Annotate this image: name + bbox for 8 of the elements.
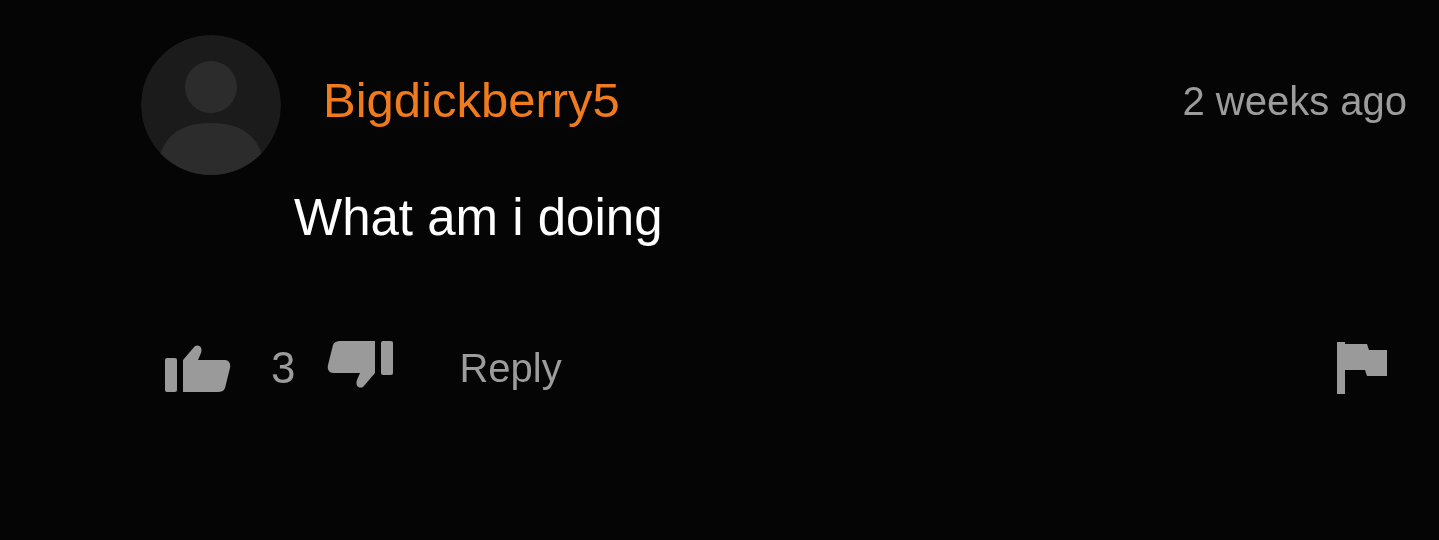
flag-icon[interactable] <box>1337 342 1387 394</box>
username[interactable]: Bigdickberry5 <box>323 75 620 135</box>
reply-button[interactable]: Reply <box>459 348 562 388</box>
avatar-icon <box>141 35 281 175</box>
timestamp: 2 weeks ago <box>1182 81 1407 125</box>
thumbs-down-icon[interactable] <box>327 341 394 389</box>
like-count: 3 <box>271 346 296 390</box>
thumbs-up-icon[interactable] <box>165 344 231 392</box>
